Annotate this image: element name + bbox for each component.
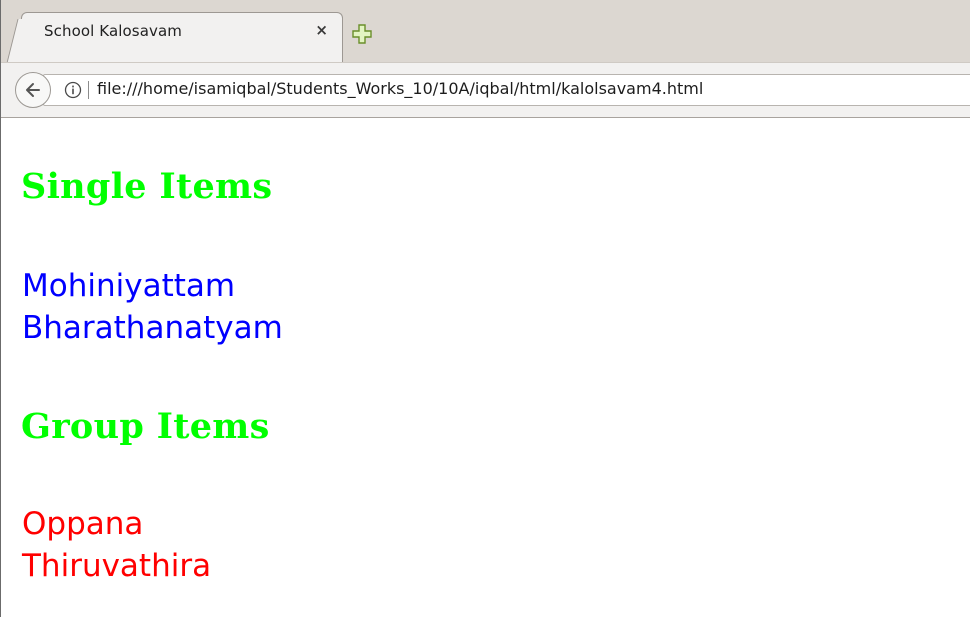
list-item: Bharathanatyam	[22, 310, 283, 346]
back-arrow-icon[interactable]	[15, 72, 51, 108]
list-item: Oppana	[22, 506, 144, 542]
navigation-bar: file:///home/isamiqbal/Students_Works_10…	[1, 62, 970, 118]
close-icon[interactable]: ×	[315, 21, 328, 39]
list-item: Mohiniyattam	[22, 268, 236, 304]
tab-school-kalosavam[interactable]: School Kalosavam ×	[21, 12, 343, 63]
heading-single-items: Single Items	[21, 166, 273, 207]
browser-window: School Kalosavam × file:///home/isamiqba…	[0, 0, 970, 617]
url-text[interactable]: file:///home/isamiqbal/Students_Works_10…	[97, 79, 703, 98]
heading-group-items: Group Items	[21, 406, 270, 447]
address-bar[interactable]: file:///home/isamiqbal/Students_Works_10…	[43, 74, 970, 106]
url-separator	[88, 81, 89, 99]
tab-title: School Kalosavam	[44, 22, 182, 40]
page-content: Single Items Mohiniyattam Bharathanatyam…	[1, 118, 970, 617]
plus-icon[interactable]	[352, 24, 372, 44]
tab-strip: School Kalosavam ×	[1, 0, 970, 63]
list-item: Thiruvathira	[22, 548, 212, 584]
info-icon[interactable]	[64, 81, 82, 99]
